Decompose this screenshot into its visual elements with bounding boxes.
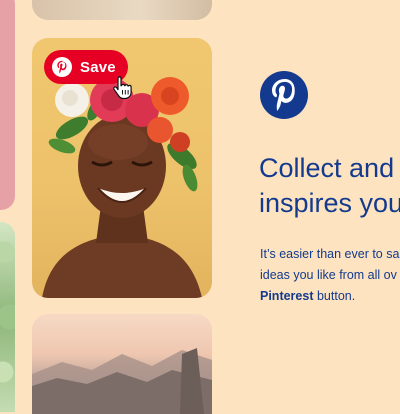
promo-description: It’s easier than ever to sa ideas you li… [260,244,400,307]
promo-heading: Collect and inspires you [259,151,400,221]
pin-card-landscape[interactable] [32,314,212,414]
pinterest-logo-icon [260,71,308,119]
promo-description-line-3-rest: button. [313,289,356,303]
pinterest-logo-icon [52,57,72,77]
pin-card-partial-pink[interactable] [0,0,15,210]
promo-description-line-1: It’s easier than ever to sa [260,247,400,261]
promo-description-line-3: Pinterest button. [260,286,400,307]
save-button-label: Save [80,58,116,76]
landscape-image [32,348,212,414]
pin-card-partial-plant[interactable] [0,222,15,412]
promo-description-line-2: ideas you like from all ov [260,268,397,282]
promo-heading-line-2: inspires you [259,188,400,218]
pin-card-partial-top[interactable] [32,0,212,20]
pinterest-button-name: Pinterest [260,289,314,303]
promo-heading-line-1: Collect and [259,153,395,183]
hand-pointer-cursor-icon [113,76,132,100]
